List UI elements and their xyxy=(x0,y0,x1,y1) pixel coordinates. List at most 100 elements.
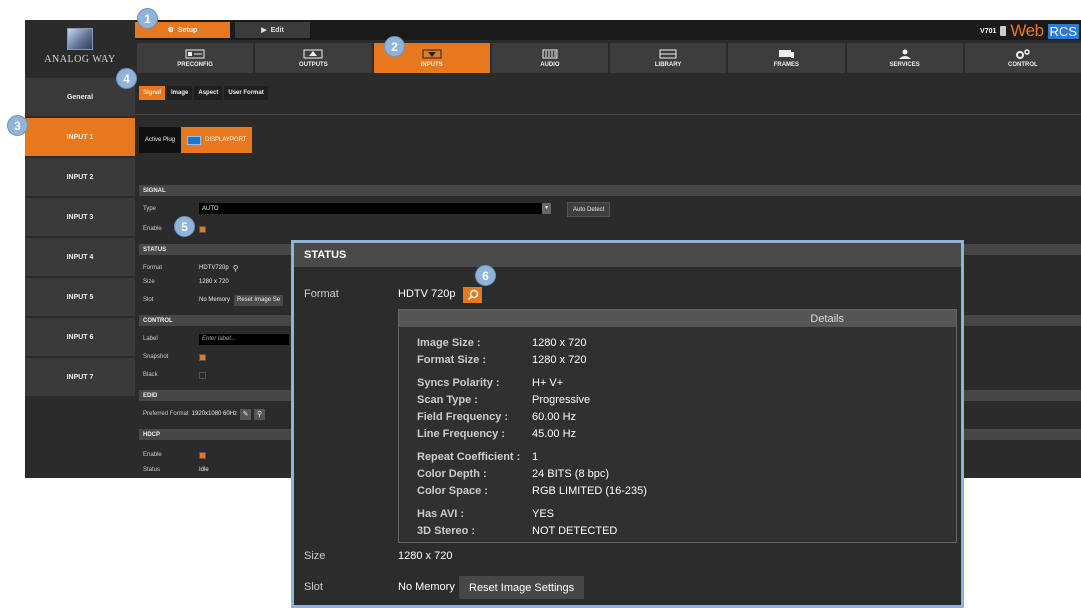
detail-value: H+ V+ xyxy=(532,377,564,389)
format-label: Format xyxy=(143,265,163,271)
zoom-format-value: HDTV 720p xyxy=(398,288,456,300)
slot-row: Slot No Memory Reset Image Se xyxy=(143,294,284,306)
displayport-icon xyxy=(187,135,202,145)
zoom-slot-value: No Memory xyxy=(398,581,455,593)
detail-row: Repeat Coefficient : 1 xyxy=(417,451,937,463)
detail-row: Color Depth : 24 BITS (8 bpc) xyxy=(417,468,937,480)
hdcp-enable-checkbox[interactable] xyxy=(199,451,206,459)
detail-key: Color Depth : xyxy=(417,468,487,480)
size-value: 1280 x 720 xyxy=(199,279,229,285)
reset-image-settings-button[interactable]: Reset Image Settings xyxy=(459,576,585,599)
detail-key: Format Size : xyxy=(417,354,487,366)
edit-tab-label: Edit xyxy=(270,26,284,34)
brand-web: Web xyxy=(1010,21,1044,40)
zoom-format-label: Format xyxy=(304,288,339,300)
detail-row: Image Size : 1280 x 720 xyxy=(417,337,937,349)
type-select[interactable]: AUTO ▾ xyxy=(199,203,551,214)
main-nav: PRECONFIG OUTPUTS INPUTS AUDIO LIBRARY F… xyxy=(135,43,1081,73)
detail-key: Image Size : xyxy=(417,337,481,349)
slot-value: No Memory xyxy=(199,297,231,303)
auto-detect-button[interactable]: Auto Detect xyxy=(567,202,611,217)
search-icon[interactable] xyxy=(463,287,482,303)
search-icon[interactable]: ⚲ xyxy=(233,264,239,273)
detail-row: 3D Stereo : NOT DETECTED xyxy=(417,525,937,537)
detail-row: Syncs Polarity : H+ V+ xyxy=(417,377,937,389)
preferred-format-row: Preferred Format 1920x1080 60Hz ✎ ⚲ xyxy=(143,408,266,420)
snapshot-label: Snapshot xyxy=(143,354,169,360)
setup-tab-label: Setup xyxy=(177,26,198,34)
format-row: Format HDTV720p ⚲ xyxy=(143,262,239,274)
brand: V701 Web RCS xyxy=(980,21,1079,41)
black-checkbox[interactable] xyxy=(199,371,206,379)
logo-mark-icon xyxy=(67,27,93,50)
nav-library[interactable]: LIBRARY xyxy=(610,43,727,73)
label-input[interactable]: Enter label... xyxy=(199,333,289,345)
detail-key: Has AVI : xyxy=(417,508,465,520)
snapshot-checkbox[interactable] xyxy=(199,353,206,361)
callout-3: 3 xyxy=(7,115,28,136)
outputs-icon xyxy=(303,49,323,58)
nav-label: PRECONFIG xyxy=(177,61,213,68)
detail-value: 1280 x 720 xyxy=(532,354,587,366)
sidebar-item-input-4[interactable]: INPUT 4 xyxy=(25,238,135,276)
detail-value: RGB LIMITED (16-235) xyxy=(532,485,647,497)
device-icon xyxy=(1000,26,1007,36)
hdcp-status-label: Status xyxy=(143,467,161,473)
detail-key: Line Frequency : xyxy=(417,428,506,440)
analog-way-logo: ANALOG WAY xyxy=(25,20,135,72)
nav-label: CONTROL xyxy=(1008,61,1038,68)
services-icon xyxy=(898,49,911,59)
size-label: Size xyxy=(143,279,155,285)
detail-key: Field Frequency : xyxy=(417,411,509,423)
callout-2: 2 xyxy=(384,36,405,57)
dropdown-arrow-icon: ▾ xyxy=(542,203,551,214)
type-label: Type xyxy=(143,206,157,212)
inputs-icon xyxy=(422,49,442,58)
displayport-plug[interactable]: DISPLAYPORT xyxy=(181,127,253,153)
type-row: Type xyxy=(143,203,199,215)
divider xyxy=(135,114,1081,115)
nav-audio[interactable]: AUDIO xyxy=(491,43,608,73)
zoom-size-value: 1280 x 720 xyxy=(398,550,453,562)
enable-checkbox[interactable] xyxy=(199,225,206,233)
preconfig-icon xyxy=(185,49,205,58)
slot-label: Slot xyxy=(143,297,154,303)
nav-label: OUTPUTS xyxy=(299,61,328,68)
sidebar-item-input-5[interactable]: INPUT 5 xyxy=(25,278,135,316)
sidebar-item-input-1[interactable]: INPUT 1 xyxy=(25,118,135,156)
plug-value: DISPLAYPORT xyxy=(205,137,247,143)
nav-control[interactable]: CONTROL xyxy=(964,43,1081,73)
tab-user-format[interactable]: User Format xyxy=(224,86,268,100)
sidebar-item-input-3[interactable]: INPUT 3 xyxy=(25,198,135,236)
reset-image-settings-button[interactable]: Reset Image Se xyxy=(234,294,284,306)
nav-frames[interactable]: FRAMES xyxy=(728,43,845,73)
detail-key: Color Space : xyxy=(417,485,488,497)
detail-row: Color Space : RGB LIMITED (16-235) xyxy=(417,485,937,497)
nav-label: LIBRARY xyxy=(654,61,682,68)
preferred-format-label: Preferred Format xyxy=(143,411,189,417)
edit-tab[interactable]: ▶ Edit xyxy=(235,22,310,38)
details-header: Details xyxy=(399,310,956,327)
edit-pencil-icon[interactable]: ✎ xyxy=(240,408,252,420)
nav-services[interactable]: SERVICES xyxy=(846,43,963,73)
tab-signal[interactable]: Signal xyxy=(139,86,166,100)
nav-preconfig[interactable]: PRECONFIG xyxy=(137,43,254,73)
detail-key: Repeat Coefficient : xyxy=(417,451,521,463)
sidebar-item-input-6[interactable]: INPUT 6 xyxy=(25,318,135,356)
tab-image[interactable]: Image xyxy=(167,86,193,100)
black-label: Black xyxy=(143,372,158,378)
tab-aspect[interactable]: Aspect xyxy=(194,86,223,100)
size-row: Size 1280 x 720 xyxy=(143,276,229,288)
search-icon[interactable]: ⚲ xyxy=(254,408,266,420)
snapshot-row: Snapshot xyxy=(143,351,206,363)
active-plug: Active Plug DISPLAYPORT xyxy=(139,127,253,153)
detail-row: Scan Type : Progressive xyxy=(417,394,937,406)
detail-value: 24 BITS (8 bpc) xyxy=(532,468,610,480)
sidebar-item-input-7[interactable]: INPUT 7 xyxy=(25,358,135,396)
detail-row: Has AVI : YES xyxy=(417,508,937,520)
sidebar-item-input-2[interactable]: INPUT 2 xyxy=(25,158,135,196)
detail-row: Field Frequency : 60.00 Hz xyxy=(417,411,937,423)
format-value: HDTV720p xyxy=(199,265,229,271)
nav-outputs[interactable]: OUTPUTS xyxy=(255,43,372,73)
control-icon xyxy=(1015,48,1030,59)
